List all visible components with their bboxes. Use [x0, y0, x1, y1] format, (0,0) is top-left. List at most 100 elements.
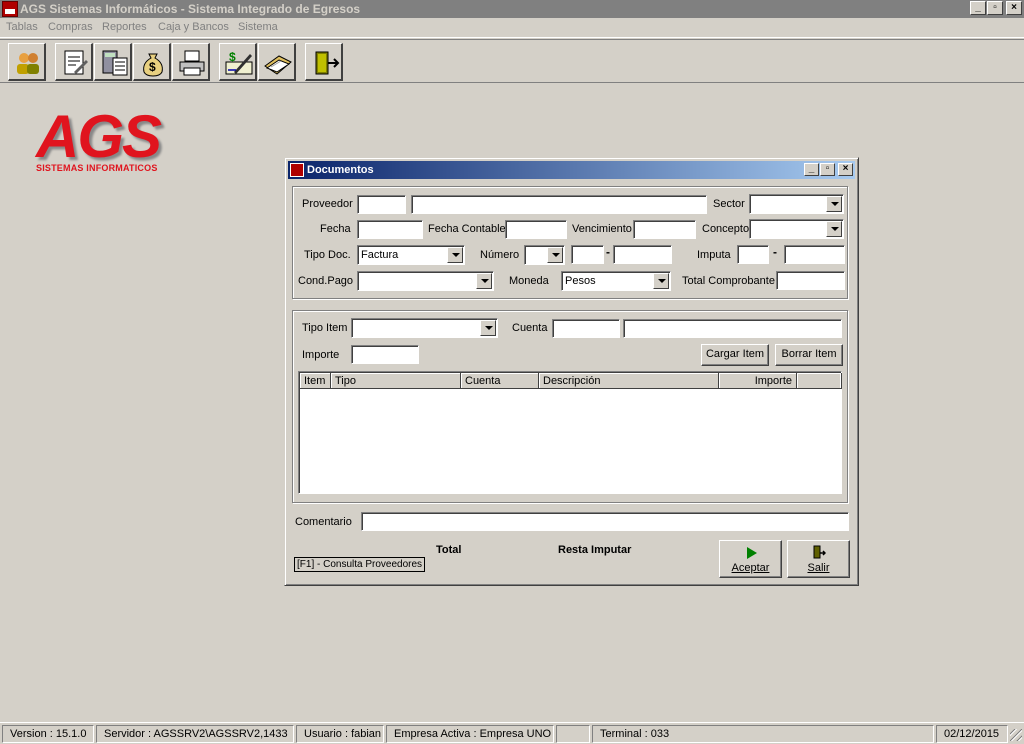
moneda-value: Pesos — [565, 275, 596, 287]
app-icon[interactable] — [2, 1, 18, 17]
menu-compras[interactable]: Compras — [48, 21, 93, 33]
money-bag-button[interactable]: $ — [133, 43, 171, 81]
restore-button[interactable]: ▫ — [987, 1, 1003, 15]
concepto-select[interactable] — [749, 219, 844, 239]
toolbar: $ $ — [0, 39, 1024, 83]
fecha-contable-input[interactable] — [505, 220, 567, 239]
minimize-button[interactable]: _ — [970, 1, 986, 15]
proveedor-name-input[interactable] — [411, 195, 707, 214]
money-bag-icon: $ — [143, 53, 163, 77]
items-grid[interactable]: Item Tipo Cuenta Descripción Importe — [298, 371, 842, 494]
tipo-item-select[interactable] — [351, 318, 498, 338]
tipo-doc-value: Factura — [361, 249, 399, 261]
numero-label: Número — [480, 249, 520, 261]
check-sign-button[interactable]: $ — [219, 43, 257, 81]
chevron-down-icon[interactable] — [476, 273, 492, 289]
logo-sub-text: SISTEMAS INFORMATICOS — [36, 163, 158, 173]
menu-tablas[interactable]: Tablas — [6, 21, 38, 33]
dialog-close-button[interactable]: × — [838, 163, 853, 176]
numero-letra-select[interactable] — [524, 245, 565, 265]
salir-label: Salir — [807, 562, 830, 574]
imputa-label: Imputa — [697, 249, 731, 261]
fecha-input[interactable] — [357, 220, 423, 239]
column-header-importe[interactable]: Importe — [719, 373, 797, 389]
calculator-button[interactable] — [94, 43, 132, 81]
numero-sucursal-input[interactable] — [571, 245, 604, 264]
svg-text:$: $ — [149, 60, 156, 74]
column-header-descripcion[interactable]: Descripción — [539, 373, 719, 389]
dialog-minimize-button[interactable]: _ — [804, 163, 819, 176]
comentario-label: Comentario — [295, 516, 352, 528]
svg-text:$: $ — [229, 50, 236, 64]
fecha-label: Fecha — [320, 223, 351, 235]
suppliers-button[interactable] — [8, 43, 46, 81]
play-arrow-icon — [747, 547, 757, 559]
close-button[interactable]: × — [1006, 1, 1022, 15]
window-title: AGS Sistemas Informáticos - Sistema Inte… — [20, 2, 361, 16]
column-header-filler — [797, 373, 842, 389]
tipo-doc-label: Tipo Doc. — [304, 249, 351, 261]
printer-icon — [179, 50, 205, 76]
exit-door-icon — [315, 51, 340, 75]
dialog-maximize-button[interactable]: ▫ — [820, 163, 835, 176]
menu-caja-y-bancos[interactable]: Caja y Bancos — [158, 21, 229, 33]
cond-pago-select[interactable] — [357, 271, 494, 291]
borrar-item-button[interactable]: Borrar Item — [775, 344, 843, 366]
status-servidor: Servidor : AGSSRV2\AGSSRV2,1433 — [96, 725, 294, 743]
cond-pago-label: Cond.Pago — [298, 275, 354, 287]
aceptar-label: Aceptar — [731, 562, 770, 574]
cuenta-label: Cuenta — [512, 322, 548, 334]
documents-icon — [64, 50, 88, 75]
moneda-select[interactable]: Pesos — [561, 271, 671, 291]
status-bar: Version : 15.1.0 Servidor : AGSSRV2\AGSS… — [0, 722, 1024, 744]
menu-bar: Tablas Compras Reportes Caja y Bancos Si… — [0, 18, 1024, 38]
dialog-title: Documentos — [307, 164, 374, 176]
cuenta-code-input[interactable] — [552, 319, 620, 338]
status-fecha: 02/12/2015 — [936, 725, 1008, 743]
chevron-down-icon[interactable] — [480, 320, 496, 336]
comentario-input[interactable] — [361, 512, 849, 531]
column-header-cuenta[interactable]: Cuenta — [461, 373, 539, 389]
resta-imputar-label: Resta Imputar — [558, 544, 632, 556]
menu-reportes[interactable]: Reportes — [102, 21, 147, 33]
column-header-tipo[interactable]: Tipo — [331, 373, 461, 389]
column-header-item[interactable]: Item — [300, 373, 331, 389]
vencimiento-input[interactable] — [633, 220, 696, 239]
window-titlebar: AGS Sistemas Informáticos - Sistema Inte… — [0, 0, 1024, 18]
imputa-hasta-input[interactable] — [784, 245, 845, 264]
total-comprobante-input[interactable] — [776, 271, 845, 290]
proveedor-label: Proveedor — [302, 198, 353, 210]
status-version: Version : 15.1.0 — [2, 725, 94, 743]
importe-label: Importe — [302, 349, 340, 361]
exit-door-icon — [813, 545, 826, 559]
proveedor-code-input[interactable] — [357, 195, 406, 214]
imputa-desde-input[interactable] — [737, 245, 769, 264]
resize-grip-icon[interactable] — [1010, 729, 1022, 741]
chevron-down-icon[interactable] — [826, 196, 842, 212]
total-label: Total — [436, 544, 462, 556]
total-comprobante-label: Total Comprobante — [682, 275, 775, 287]
chevron-down-icon[interactable] — [653, 273, 669, 289]
tipo-doc-select[interactable]: Factura — [357, 245, 465, 265]
concepto-label: Concepto — [702, 223, 750, 235]
exit-button[interactable] — [305, 43, 343, 81]
importe-input[interactable] — [351, 345, 419, 364]
cargar-item-button[interactable]: Cargar Item — [701, 344, 769, 366]
cuenta-name-input[interactable] — [623, 319, 842, 338]
sector-select[interactable] — [749, 194, 844, 214]
logo-main-text: AGS — [36, 103, 162, 170]
salir-button[interactable]: Salir — [787, 540, 850, 578]
bank-book-icon — [264, 55, 292, 75]
numero-comprobante-input[interactable] — [613, 245, 672, 264]
documents-button[interactable] — [55, 43, 93, 81]
tipo-item-label: Tipo Item — [302, 322, 348, 334]
aceptar-button[interactable]: Aceptar — [719, 540, 782, 578]
chevron-down-icon[interactable] — [547, 247, 563, 263]
moneda-label: Moneda — [509, 275, 549, 287]
chevron-down-icon[interactable] — [447, 247, 463, 263]
bank-book-button[interactable] — [258, 43, 296, 81]
printer-button[interactable] — [172, 43, 210, 81]
dialog-icon[interactable] — [290, 163, 304, 177]
chevron-down-icon[interactable] — [826, 221, 842, 237]
menu-sistema[interactable]: Sistema — [238, 21, 278, 33]
